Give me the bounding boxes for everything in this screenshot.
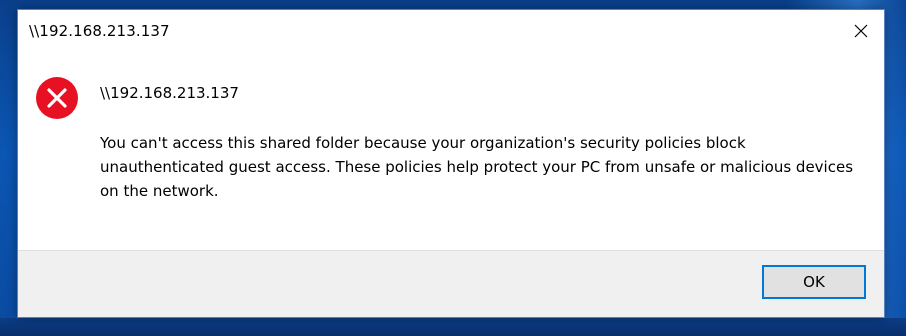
close-icon (854, 24, 868, 38)
main-instruction: \\192.168.213.137 (100, 84, 239, 102)
close-button[interactable] (838, 10, 884, 52)
ok-button[interactable]: OK (762, 265, 866, 299)
window-title: \\192.168.213.137 (29, 22, 170, 40)
button-bar: OK (18, 250, 884, 317)
taskbar (0, 318, 906, 336)
error-icon (36, 77, 78, 119)
error-dialog: \\192.168.213.137 \\192.168.213.137 You … (17, 9, 885, 318)
title-bar: \\192.168.213.137 (18, 10, 884, 52)
dialog-content: \\192.168.213.137 You can't access this … (18, 52, 884, 252)
error-message: You can't access this shared folder beca… (100, 134, 854, 200)
